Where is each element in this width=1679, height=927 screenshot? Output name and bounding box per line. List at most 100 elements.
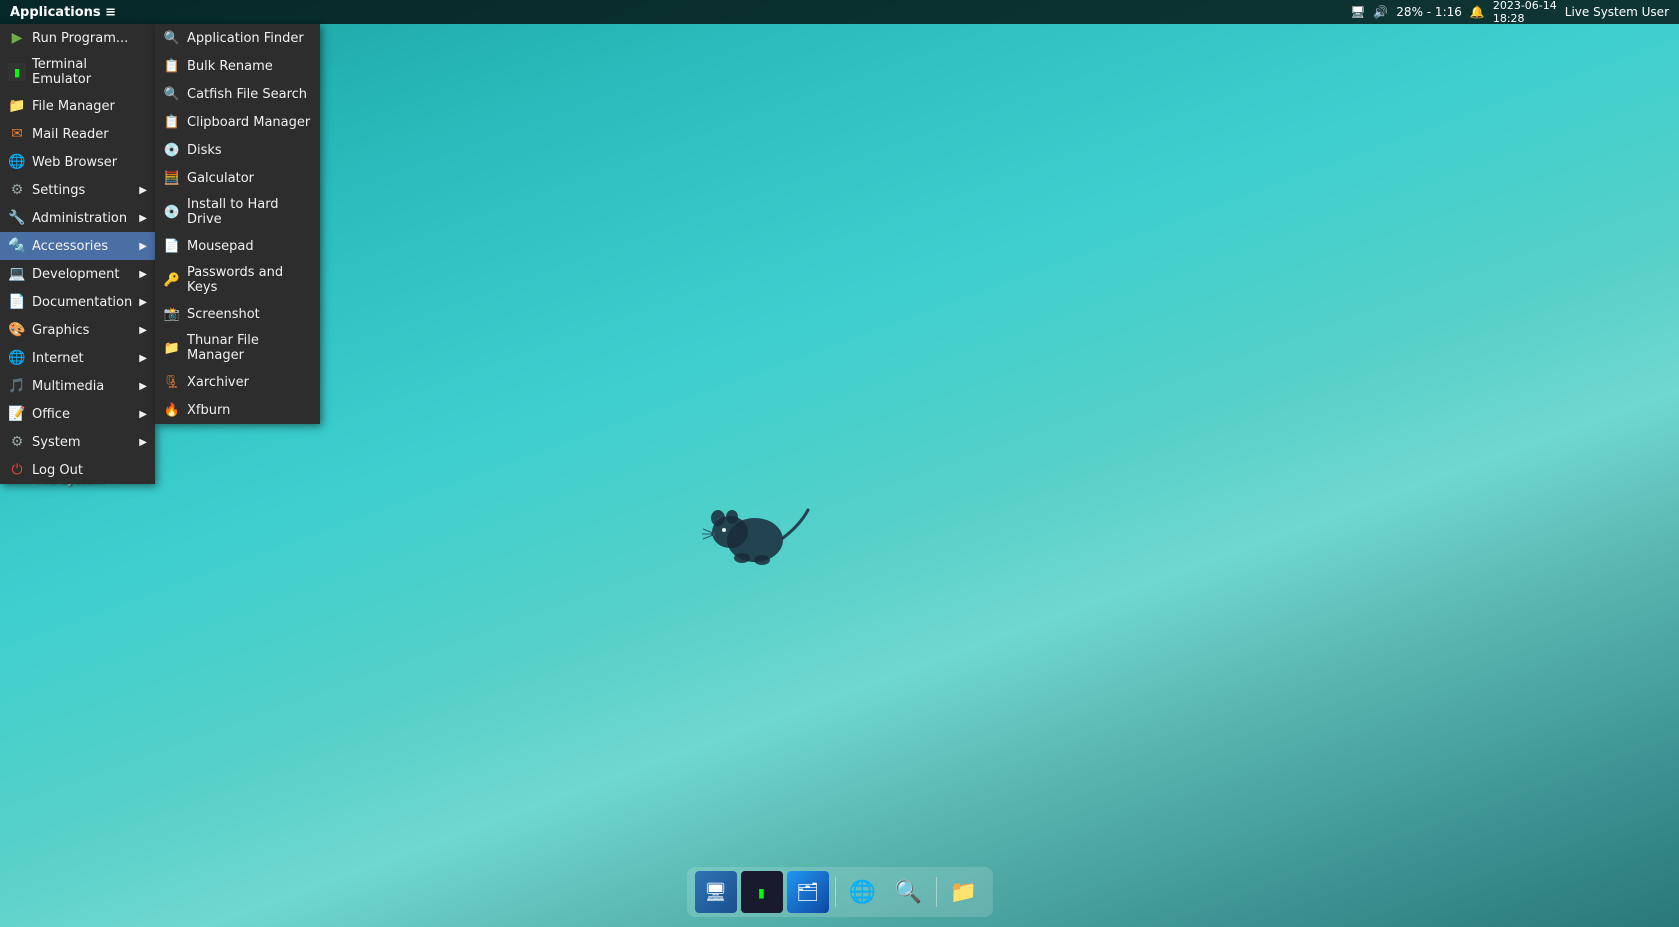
submenu-item-thunar[interactable]: 📁 Thunar File Manager	[155, 328, 320, 368]
menu-item-web-browser[interactable]: 🌐 Web Browser	[0, 148, 155, 176]
documentation-arrow: ▶	[139, 297, 147, 308]
menu-item-mail-reader[interactable]: ✉ Mail Reader	[0, 120, 155, 148]
topbar-battery: 28% - 1:16	[1396, 5, 1462, 19]
xarchiver-icon: 🗜	[163, 373, 181, 391]
taskbar-search[interactable]: 🔍	[888, 871, 930, 913]
submenu-item-app-finder[interactable]: 🔍 Application Finder	[155, 24, 320, 52]
menu-item-multimedia[interactable]: 🎵 Multimedia ▶	[0, 372, 155, 400]
topbar: Applications ≡ 🖥 🔊 28% - 1:16 🔔 2023-06-…	[0, 0, 1679, 24]
accessories-arrow: ▶	[139, 241, 147, 252]
menu-item-internet[interactable]: 🌐 Internet ▶	[0, 344, 155, 372]
search-icon: 🔍	[895, 880, 922, 905]
internet-arrow: ▶	[139, 353, 147, 364]
menu-item-office[interactable]: 📝 Office ▶	[0, 400, 155, 428]
accessories-icon: 🔩	[8, 237, 26, 255]
terminal-icon-taskbar: ▮	[757, 883, 767, 902]
terminal-label: Terminal Emulator	[32, 57, 147, 87]
menu-item-settings[interactable]: ⚙ Settings ▶	[0, 176, 155, 204]
folder-icon: 📁	[950, 880, 977, 905]
disks-icon: 💿	[163, 141, 181, 159]
taskbar-folder[interactable]: 📁	[943, 871, 985, 913]
office-arrow: ▶	[139, 409, 147, 420]
disks-label: Disks	[187, 143, 222, 158]
menu-item-graphics[interactable]: 🎨 Graphics ▶	[0, 316, 155, 344]
submenu-item-install[interactable]: 💿 Install to Hard Drive	[155, 192, 320, 232]
taskbar-terminal[interactable]: ▮	[741, 871, 783, 913]
accessories-submenu: 🔍 Application Finder 📋 Bulk Rename 🔍 Cat…	[155, 24, 320, 424]
system-arrow: ▶	[139, 437, 147, 448]
submenu-item-disks[interactable]: 💿 Disks	[155, 136, 320, 164]
office-label: Office	[32, 407, 70, 422]
taskbar-browser[interactable]: 🌐	[842, 871, 884, 913]
development-icon: 💻	[8, 265, 26, 283]
thunar-label: Thunar File Manager	[187, 333, 312, 363]
menu-item-administration[interactable]: 🔧 Administration ▶	[0, 204, 155, 232]
applications-menu-button[interactable]: Applications ≡	[0, 0, 126, 24]
galculator-label: Galculator	[187, 171, 254, 186]
run-program-label: Run Program...	[32, 31, 128, 46]
graphics-icon: 🎨	[8, 321, 26, 339]
taskbar-show-desktop[interactable]: 🖥	[695, 871, 737, 913]
mail-reader-label: Mail Reader	[32, 127, 109, 142]
menu-item-terminal[interactable]: ▮ Terminal Emulator	[0, 52, 155, 92]
submenu-item-galculator[interactable]: 🧮 Galculator	[155, 164, 320, 192]
taskbar-files[interactable]: 🗂	[787, 871, 829, 913]
multimedia-arrow: ▶	[139, 381, 147, 392]
web-browser-icon: 🌐	[8, 153, 26, 171]
administration-label: Administration	[32, 211, 127, 226]
screenshot-icon: 📸	[163, 305, 181, 323]
taskbar-separator	[835, 877, 836, 907]
run-program-icon: ▶	[8, 29, 26, 47]
topbar-datetime: 2023-06-14 18:28	[1493, 0, 1557, 25]
xfburn-icon: 🔥	[163, 401, 181, 419]
menu-item-development[interactable]: 💻 Development ▶	[0, 260, 155, 288]
passwords-icon: 🔑	[163, 271, 181, 289]
submenu-item-clipboard[interactable]: 📋 Clipboard Manager	[155, 108, 320, 136]
submenu-item-screenshot[interactable]: 📸 Screenshot	[155, 300, 320, 328]
submenu-item-xarchiver[interactable]: 🗜 Xarchiver	[155, 368, 320, 396]
internet-icon: 🌐	[8, 349, 26, 367]
internet-label: Internet	[32, 351, 84, 366]
browser-icon: 🌐	[849, 880, 876, 905]
topbar-icon-volume: 🔊	[1373, 5, 1388, 19]
screenshot-label: Screenshot	[187, 307, 260, 322]
menu-item-file-manager[interactable]: 📁 File Manager	[0, 92, 155, 120]
file-manager-icon: 📁	[8, 97, 26, 115]
xfburn-label: Xfburn	[187, 403, 230, 418]
settings-arrow: ▶	[139, 185, 147, 196]
development-label: Development	[32, 267, 120, 282]
accessories-label: Accessories	[32, 239, 108, 254]
submenu-item-xfburn[interactable]: 🔥 Xfburn	[155, 396, 320, 424]
thunar-icon: 📁	[163, 339, 181, 357]
submenu-item-mousepad[interactable]: 📄 Mousepad	[155, 232, 320, 260]
documentation-icon: 📄	[8, 293, 26, 311]
graphics-label: Graphics	[32, 323, 89, 338]
administration-arrow: ▶	[139, 213, 147, 224]
taskbar-separator2	[936, 877, 937, 907]
topbar-user: Live System User	[1565, 5, 1669, 19]
mail-reader-icon: ✉	[8, 125, 26, 143]
menu-item-run-program[interactable]: ▶ Run Program...	[0, 24, 155, 52]
documentation-label: Documentation	[32, 295, 132, 310]
system-icon: ⚙	[8, 433, 26, 451]
app-menu: ▶ Run Program... ▮ Terminal Emulator 📁 F…	[0, 24, 155, 484]
menu-item-logout[interactable]: ⏻ Log Out	[0, 456, 155, 484]
submenu-item-bulk-rename[interactable]: 📋 Bulk Rename	[155, 52, 320, 80]
galculator-icon: 🧮	[163, 169, 181, 187]
settings-label: Settings	[32, 183, 85, 198]
topbar-right: 🖥 🔊 28% - 1:16 🔔 2023-06-14 18:28 Live S…	[1350, 0, 1679, 25]
install-icon: 💿	[163, 203, 181, 221]
xarchiver-label: Xarchiver	[187, 375, 249, 390]
menu-item-documentation[interactable]: 📄 Documentation ▶	[0, 288, 155, 316]
logout-icon: ⏻	[8, 461, 26, 479]
submenu-item-passwords[interactable]: 🔑 Passwords and Keys	[155, 260, 320, 300]
submenu-item-catfish[interactable]: 🔍 Catfish File Search	[155, 80, 320, 108]
menu-item-system[interactable]: ⚙ System ▶	[0, 428, 155, 456]
development-arrow: ▶	[139, 269, 147, 280]
logout-label: Log Out	[32, 463, 83, 478]
web-browser-label: Web Browser	[32, 155, 117, 170]
app-finder-icon: 🔍	[163, 29, 181, 47]
clipboard-icon: 📋	[163, 113, 181, 131]
office-icon: 📝	[8, 405, 26, 423]
menu-item-accessories[interactable]: 🔩 Accessories ▶	[0, 232, 155, 260]
